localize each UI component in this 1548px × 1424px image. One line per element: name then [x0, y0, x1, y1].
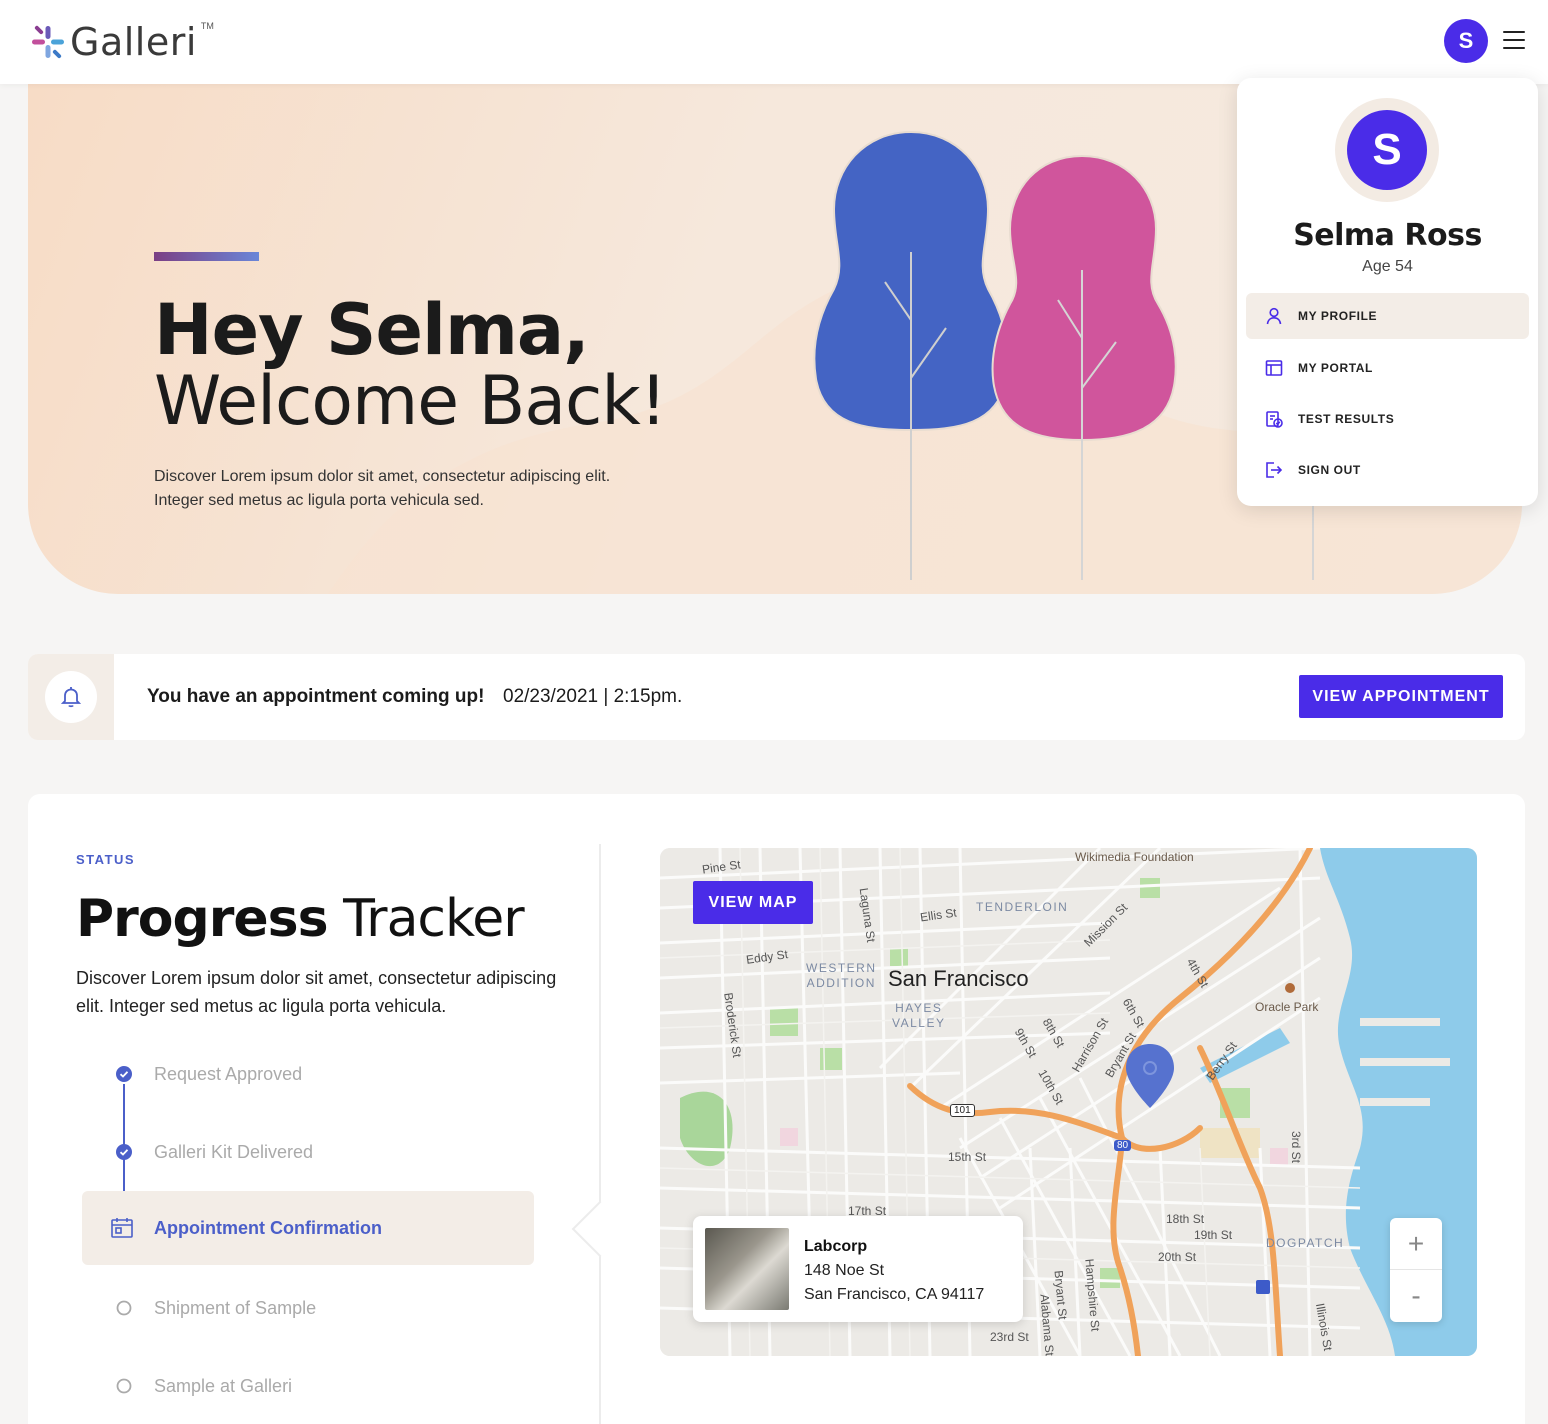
map-label: Wikimedia Foundation: [1075, 850, 1194, 864]
zoom-in-button[interactable]: +: [1390, 1218, 1442, 1270]
map-district-label: WESTERN ADDITION: [806, 961, 877, 990]
profile-age: Age 54: [1362, 258, 1413, 275]
map-district-label: HAYES VALLEY: [892, 1001, 946, 1030]
calendar-icon: [111, 1218, 133, 1238]
status-card: STATUS Progress Tracker Discover Lorem i…: [28, 794, 1525, 1424]
step-label: Appointment Confirmation: [154, 1218, 382, 1238]
profile-avatar: S: [1347, 110, 1427, 190]
clipboard-check-icon: [1266, 411, 1283, 428]
map-label: Oracle Park: [1255, 1000, 1319, 1014]
step-label: Request Approved: [154, 1064, 303, 1084]
logo-trademark: TM: [200, 21, 214, 31]
status-label: STATUS: [76, 852, 136, 867]
empty-circle-icon: [116, 1378, 132, 1394]
bell-icon-circle: [45, 671, 97, 723]
map-label: 23rd St: [990, 1330, 1029, 1344]
hamburger-menu-icon[interactable]: [1503, 31, 1525, 49]
check-circle-icon: [116, 1066, 132, 1082]
sign-out-icon: [1266, 462, 1283, 478]
step-icon-container: [115, 1065, 133, 1083]
location-name: Labcorp: [804, 1238, 868, 1255]
view-appointment-button[interactable]: VIEW APPOINTMENT: [1299, 675, 1503, 718]
progress-step-request-approved[interactable]: Request Approved: [82, 1037, 534, 1111]
profile-dropdown-menu: S Selma Ross Age 54 MY PROFILE MY PORTAL…: [1237, 78, 1538, 506]
menu-item-label: MY PROFILE: [1298, 309, 1378, 323]
highway-101-shield: 101: [950, 1104, 975, 1117]
hero-title: Hey Selma,: [154, 289, 590, 371]
map-city-label: San Francisco: [888, 966, 1029, 991]
check-circle-icon: [116, 1144, 132, 1160]
progress-step-kit-delivered[interactable]: Galleri Kit Delivered: [82, 1115, 534, 1189]
hero-subtitle: Welcome Back!: [154, 362, 667, 441]
divider-pointer: [571, 1200, 629, 1258]
progress-step-sample-at-galleri[interactable]: Sample at Galleri: [82, 1349, 534, 1423]
menu-item-test-results[interactable]: TEST RESULTS: [1246, 396, 1529, 442]
hero-accent-bar: [154, 252, 259, 261]
appointment-notification-bar: You have an appointment coming up! 02/23…: [28, 654, 1525, 740]
menu-item-my-portal[interactable]: MY PORTAL: [1246, 345, 1529, 391]
portal-icon: [1265, 360, 1283, 376]
map-label: 3rd St: [1289, 1130, 1304, 1164]
map-zoom-controls: + -: [1390, 1218, 1442, 1322]
map-district-label: TENDERLOIN: [976, 900, 1069, 914]
title-bold: Progress: [76, 889, 329, 949]
menu-item-label: TEST RESULTS: [1298, 412, 1395, 426]
progress-tracker-description: Discover Lorem ipsum dolor sit amet, con…: [76, 968, 557, 1016]
profile-name: Selma Ross: [1293, 218, 1482, 253]
empty-circle-icon: [116, 1300, 132, 1316]
logo-text: Galleri: [70, 20, 197, 64]
hero-description: Discover Lorem ipsum dolor sit amet, con…: [154, 468, 611, 509]
location-photo: [705, 1228, 789, 1310]
progress-tracker-title: Progress Tracker: [76, 889, 525, 949]
location-address-line2: San Francisco, CA 94117: [804, 1286, 985, 1303]
step-label: Galleri Kit Delivered: [154, 1142, 314, 1162]
step-icon-container: [115, 1143, 133, 1161]
location-info-card[interactable]: Labcorp 148 Noe St San Francisco, CA 941…: [693, 1216, 1023, 1322]
appointment-datetime: 02/23/2021 | 2:15pm.: [503, 686, 683, 707]
menu-item-label: SIGN OUT: [1298, 463, 1361, 477]
progress-step-appointment-confirmation[interactable]: Appointment Confirmation: [82, 1191, 534, 1265]
map-district-label: DOGPATCH: [1266, 1236, 1345, 1250]
section-divider: [599, 844, 601, 1424]
galleri-logo-mark-icon: [32, 25, 64, 59]
step-icon-container: [110, 1216, 134, 1240]
map-label: 19th St: [1194, 1228, 1233, 1242]
user-avatar-button[interactable]: S: [1444, 19, 1488, 63]
step-label: Shipment of Sample: [154, 1298, 317, 1318]
step-icon-container: [115, 1299, 133, 1317]
highway-80-shield: 80: [1114, 1140, 1132, 1151]
step-icon-container: [115, 1377, 133, 1395]
top-navbar: Galleri TM S: [0, 0, 1548, 84]
galleri-logo[interactable]: Galleri TM: [30, 20, 214, 64]
bell-icon: [61, 687, 81, 708]
map-label: 20th St: [1158, 1250, 1197, 1264]
appointment-message: You have an appointment coming up!: [147, 686, 485, 707]
appointment-icon-box: [28, 654, 114, 740]
menu-item-sign-out[interactable]: SIGN OUT: [1246, 447, 1529, 493]
menu-item-label: MY PORTAL: [1298, 361, 1373, 375]
user-icon: [1266, 307, 1282, 325]
location-address-line1: 148 Noe St: [804, 1262, 885, 1279]
view-map-button[interactable]: VIEW MAP: [693, 881, 813, 924]
location-map[interactable]: Pine St Wikimedia Foundation TENDERLOIN …: [660, 848, 1477, 1356]
map-label: 18th St: [1166, 1212, 1205, 1226]
zoom-out-button[interactable]: -: [1390, 1270, 1442, 1322]
title-light: Tracker: [343, 889, 525, 949]
menu-item-my-profile[interactable]: MY PROFILE: [1246, 293, 1529, 339]
step-label: Sample at Galleri: [154, 1376, 293, 1396]
map-label: 15th St: [948, 1150, 987, 1164]
progress-step-shipment[interactable]: Shipment of Sample: [82, 1271, 534, 1345]
